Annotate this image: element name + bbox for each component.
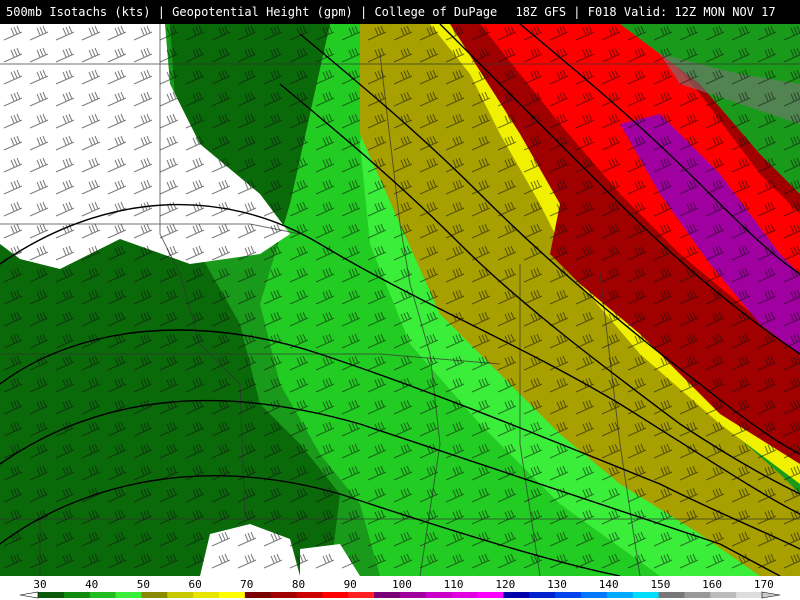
- legend-swatch: [219, 592, 246, 598]
- legend-swatch: [425, 592, 453, 598]
- legend-tick-label: 60: [188, 578, 201, 591]
- legend-swatch: [400, 592, 427, 598]
- legend-swatch: [244, 592, 272, 598]
- isotach-legend: 30 40 50 60 70 80 90 100 110 120 130 140 150 160 170: [0, 576, 800, 600]
- legend-swatch: [710, 592, 737, 598]
- legend-swatch: [63, 592, 91, 598]
- legend-tick-label: 70: [240, 578, 253, 591]
- legend-tick-label: 140: [599, 578, 619, 591]
- legend-tick-labels: 30 40 50 60 70 80 90 100 110 120 130 140 150 160 170: [33, 578, 773, 591]
- legend-tick-label: 110: [444, 578, 464, 591]
- legend-tick-label: 130: [547, 578, 567, 591]
- legend-swatch: [348, 592, 375, 598]
- legend-tick-label: 40: [85, 578, 98, 591]
- legend-swatch: [141, 592, 168, 598]
- legend-tick-label: 170: [754, 578, 774, 591]
- legend-swatch: [167, 592, 194, 598]
- map-header: 500mb Isotachs (kts) | Geopotential Heig…: [0, 0, 800, 43]
- legend-swatch: [529, 592, 556, 598]
- legend-left-arrow: [19, 591, 39, 599]
- legend-swatch: [296, 592, 323, 598]
- legend-swatch: [322, 592, 349, 598]
- legend-swatch: [606, 592, 634, 598]
- legend-swatch: [89, 592, 117, 598]
- legend-tick-label: 160: [702, 578, 722, 591]
- legend-tick-label: 30: [33, 578, 46, 591]
- legend-swatch: [684, 592, 711, 598]
- legend-swatch: [270, 592, 298, 598]
- legend-tick-label: 50: [137, 578, 150, 591]
- header-valid-time: 18Z GFS | F018 Valid: 12Z MON NOV 17 202…: [515, 5, 776, 43]
- legend-color-bar: [19, 591, 781, 599]
- legend-swatch: [374, 592, 401, 598]
- legend-tick-label: 80: [292, 578, 305, 591]
- legend-tick-label: 150: [650, 578, 670, 591]
- legend-swatch: [193, 592, 220, 598]
- legend-swatch: [632, 592, 660, 598]
- legend-swatch: [555, 592, 582, 598]
- legend-swatch: [503, 592, 530, 598]
- header-title: 500mb Isotachs (kts) | Geopotential Heig…: [6, 5, 498, 43]
- legend-tick-label: 100: [392, 578, 412, 591]
- legend-swatch: [38, 592, 65, 598]
- legend-swatch: [115, 592, 142, 598]
- legend-tick-label: 120: [495, 578, 515, 591]
- legend-swatch: [581, 592, 608, 598]
- legend-swatch: [736, 592, 763, 598]
- legend-tick-label: 90: [344, 578, 357, 591]
- wind-barbs: [0, 24, 800, 576]
- legend-swatch: [477, 592, 504, 598]
- legend-swatch: [658, 592, 685, 598]
- legend-swatch: [451, 592, 479, 598]
- legend-right-arrow: [761, 591, 781, 599]
- isotach-map: [0, 24, 800, 576]
